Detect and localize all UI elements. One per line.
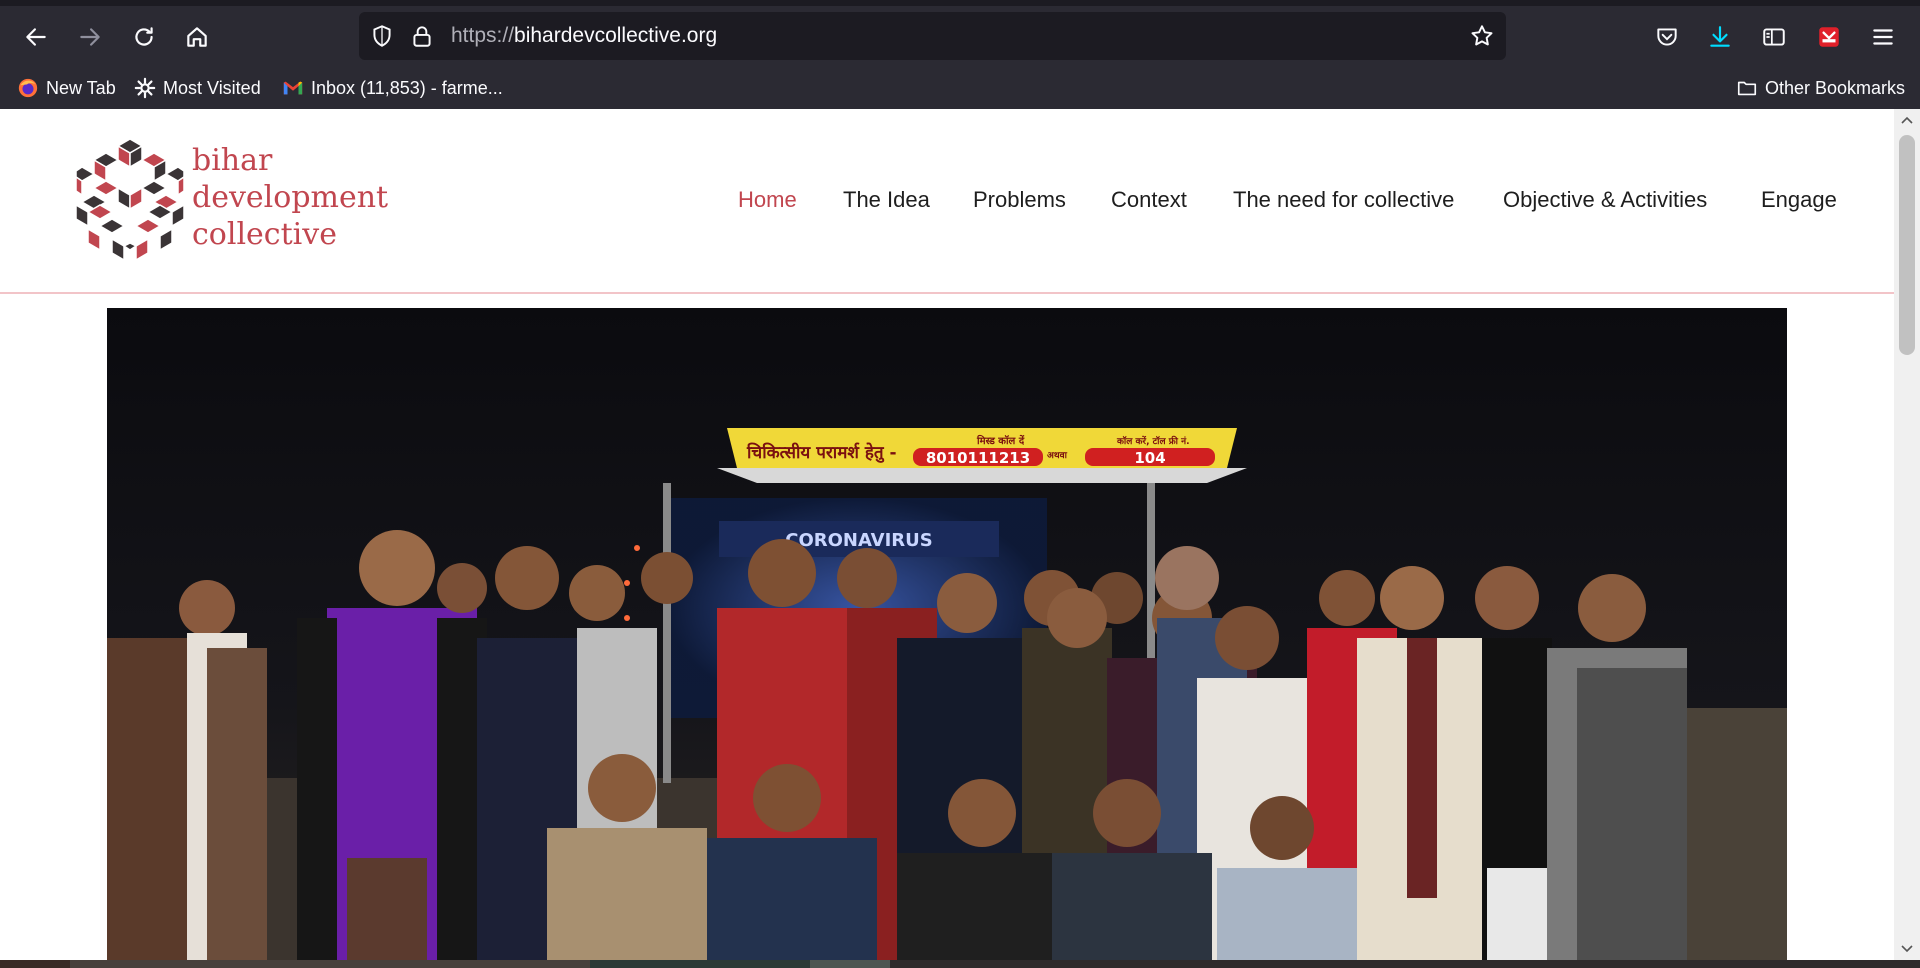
sign-call-text: मिस्ड कॉल दें <box>976 434 1025 447</box>
taskbar-edge <box>0 960 1920 968</box>
sign-number: 8010111213 <box>926 449 1030 467</box>
hero-photo-illustration: CORONAVIRUS चिकित्सीय परामर्श हेतु - मिस… <box>107 308 1787 960</box>
sign-toll-text: कॉल करें, टॉल फ्री नं. <box>1116 435 1190 447</box>
page-scrollbar[interactable] <box>1894 109 1920 960</box>
shield-icon[interactable] <box>369 23 395 49</box>
back-icon <box>26 28 46 46</box>
url-bar[interactable]: https://bihardevcollective.org <box>359 12 1506 60</box>
folder-icon <box>1737 81 1757 96</box>
bookmark-label: New Tab <box>46 77 116 98</box>
home-icon <box>187 27 207 47</box>
browser-toolbar: https://bihardevcollective.org <box>0 6 1920 68</box>
back-button[interactable] <box>14 6 58 68</box>
reload-icon <box>135 27 153 46</box>
extension-icon <box>1819 27 1839 47</box>
url-domain: bihardevcollective.org <box>514 24 718 47</box>
scrollbar-thumb[interactable] <box>1899 135 1915 355</box>
pocket-button[interactable] <box>1645 6 1689 68</box>
reload-button[interactable] <box>122 6 166 68</box>
sign-toll-number: 104 <box>1134 449 1165 467</box>
main-nav: Home The Idea Problems Context The need … <box>0 187 1894 221</box>
site-header: bihar development collective Home The Id… <box>0 109 1894 294</box>
app-menu-button[interactable] <box>1861 6 1905 68</box>
other-bookmarks-label: Other Bookmarks <box>1765 77 1906 98</box>
lock-icon[interactable] <box>409 23 435 49</box>
bookmark-label: Most Visited <box>163 77 261 98</box>
banner-coronavirus: CORONAVIRUS <box>785 530 933 551</box>
forward-icon <box>80 28 100 46</box>
other-bookmarks[interactable]: Other Bookmarks <box>1736 75 1905 101</box>
pocket-icon <box>1657 28 1677 46</box>
nav-need-for-collective[interactable]: The need for collective <box>1233 187 1454 213</box>
scroll-up-arrow-icon[interactable] <box>1894 109 1920 131</box>
sidebar-button[interactable] <box>1752 6 1796 68</box>
forward-button[interactable] <box>68 6 112 68</box>
home-button[interactable] <box>175 6 219 68</box>
download-icon <box>1710 26 1730 47</box>
nav-engage[interactable]: Engage <box>1761 187 1837 213</box>
menu-icon <box>1873 29 1893 45</box>
bookmarks-toolbar: New Tab Most Visited Inbox (11,853) - fa… <box>0 68 1920 109</box>
extension-button[interactable] <box>1807 6 1851 68</box>
nav-objective-activities[interactable]: Objective & Activities <box>1503 187 1707 213</box>
nav-context[interactable]: Context <box>1111 187 1187 213</box>
gear-icon <box>134 77 156 99</box>
firefox-icon <box>18 78 38 98</box>
logo-line: collective <box>192 217 337 252</box>
star-icon[interactable] <box>1469 23 1495 49</box>
sign-text-left: चिकित्सीय परामर्श हेतु - <box>746 442 897 463</box>
gmail-icon <box>283 81 303 95</box>
url-scheme: https:// <box>451 24 515 47</box>
bookmark-label: Inbox (11,853) - farme... <box>311 77 503 98</box>
scroll-down-arrow-icon[interactable] <box>1894 938 1920 960</box>
sign-or-text: अथवा <box>1047 451 1068 461</box>
bookmark-most-visited[interactable]: Most Visited <box>134 75 261 101</box>
bookmark-new-tab[interactable]: New Tab <box>17 75 116 101</box>
url-text[interactable]: https://bihardevcollective.org <box>451 24 717 48</box>
hero-group-photo: CORONAVIRUS चिकित्सीय परामर्श हेतु - मिस… <box>107 308 1787 960</box>
nav-the-idea[interactable]: The Idea <box>843 187 930 213</box>
logo-line: bihar <box>192 143 273 178</box>
sidebar-icon <box>1763 28 1785 46</box>
nav-problems[interactable]: Problems <box>973 187 1066 213</box>
nav-home[interactable]: Home <box>738 187 797 213</box>
downloads-button[interactable] <box>1698 6 1742 68</box>
bookmark-inbox[interactable]: Inbox (11,853) - farme... <box>282 75 503 101</box>
page-viewport: bihar development collective Home The Id… <box>0 109 1894 960</box>
